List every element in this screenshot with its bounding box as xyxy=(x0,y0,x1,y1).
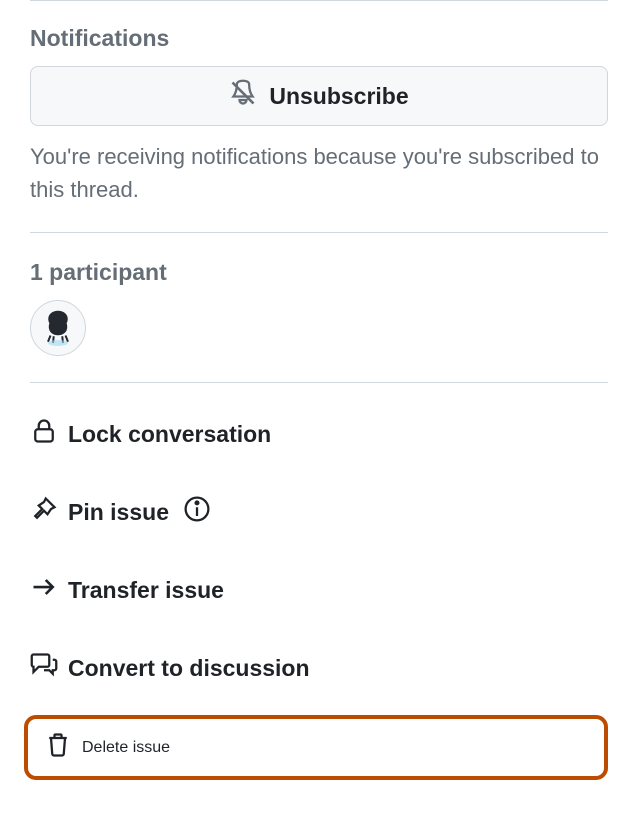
divider xyxy=(30,382,608,383)
participants-section: 1 participant xyxy=(30,259,608,356)
unsubscribe-button[interactable]: Unsubscribe xyxy=(30,66,608,126)
bell-slash-icon xyxy=(229,79,257,113)
pin-issue-action[interactable]: Pin issue xyxy=(30,489,211,535)
participants-heading: 1 participant xyxy=(30,259,608,286)
participant-avatar[interactable] xyxy=(30,300,86,356)
arrow-right-icon xyxy=(30,573,58,607)
trash-icon xyxy=(44,731,72,764)
lock-conversation-action[interactable]: Lock conversation xyxy=(30,411,271,457)
discussion-icon xyxy=(30,651,58,685)
notifications-explanation: You're receiving notifications because y… xyxy=(30,140,608,206)
octocat-icon xyxy=(38,308,78,348)
divider xyxy=(30,0,608,1)
delete-label: Delete issue xyxy=(82,739,170,757)
pin-icon xyxy=(30,495,58,529)
lock-label: Lock conversation xyxy=(68,421,271,448)
divider xyxy=(30,232,608,233)
transfer-issue-action[interactable]: Transfer issue xyxy=(30,567,224,613)
lock-icon xyxy=(30,417,58,451)
actions-section: Lock conversation Pin issue xyxy=(30,411,608,780)
pin-label: Pin issue xyxy=(68,499,169,526)
unsubscribe-label: Unsubscribe xyxy=(269,83,408,110)
info-icon xyxy=(179,495,211,529)
transfer-label: Transfer issue xyxy=(68,577,224,604)
convert-discussion-action[interactable]: Convert to discussion xyxy=(30,645,310,691)
notifications-section: Notifications Unsubscribe You're receivi… xyxy=(30,25,608,206)
delete-issue-action[interactable]: Delete issue xyxy=(24,715,608,780)
notifications-heading: Notifications xyxy=(30,25,608,52)
convert-label: Convert to discussion xyxy=(68,655,310,682)
